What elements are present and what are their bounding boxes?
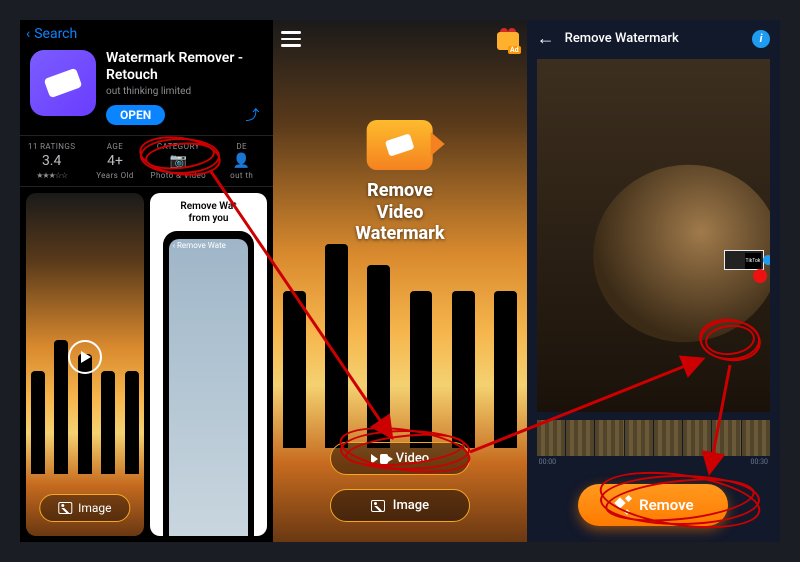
age-sub: Years Old: [85, 171, 144, 180]
editor-title: Remove Watermark: [565, 31, 742, 46]
chevron-left-icon: ‹: [26, 26, 30, 42]
tutorial-frame: ‹ Search Watermark Remover - Retouch out…: [20, 20, 780, 542]
ad-badge: Ad: [508, 46, 521, 54]
time-start: 00:00: [539, 458, 556, 466]
back-arrow-icon[interactable]: ←: [537, 28, 555, 49]
remove-button[interactable]: Remove: [578, 484, 728, 526]
sparkle-icon: [613, 496, 631, 514]
watermark-selection[interactable]: TikTok: [724, 250, 764, 270]
app-title: Watermark Remover - Retouch: [106, 50, 263, 84]
eraser-icon: [44, 68, 83, 98]
stat-age[interactable]: AGE 4+ Years Old: [83, 136, 146, 186]
dev-sub: out th: [212, 171, 271, 180]
app-stats: 11 RATINGS 3.4 ★★★☆☆ AGE 4+ Years Old CA…: [20, 135, 273, 187]
timeline[interactable]: 00:00 00:30: [537, 420, 770, 466]
appstore-panel: ‹ Search Watermark Remover - Retouch out…: [20, 20, 273, 542]
stat-ratings[interactable]: 11 RATINGS 3.4 ★★★☆☆: [20, 136, 83, 186]
logo-line1: Remove: [367, 180, 433, 201]
app-previews: Image Remove Wat from you ‹ Remove Wate: [20, 187, 273, 542]
play-icon: [68, 340, 102, 374]
age-value: 4+: [85, 153, 144, 169]
share-icon[interactable]: ⤴︎: [245, 105, 263, 125]
camera-eraser-icon: [367, 120, 433, 170]
app-logo: RemoveVideo Watermark: [337, 120, 464, 245]
category-sub: Photo & Video: [149, 171, 208, 180]
promo-line1: Remove Wat: [180, 201, 236, 212]
video-label: Video: [396, 451, 429, 466]
app-home-panel: Ad RemoveVideo Watermark Video Image: [273, 20, 526, 542]
open-button[interactable]: OPEN: [106, 105, 165, 125]
time-end: 00:30: [751, 458, 768, 466]
delete-handle[interactable]: [753, 269, 767, 283]
back-to-search[interactable]: ‹ Search: [20, 20, 273, 46]
app-developer[interactable]: out thinking limited: [106, 86, 263, 97]
logo-line2: Video Watermark: [355, 202, 444, 245]
app-meta: Watermark Remover - Retouch out thinking…: [106, 50, 263, 125]
stat-dev[interactable]: DE 👤 out th: [210, 136, 273, 186]
preview-promo[interactable]: Remove Wat from you ‹ Remove Wate: [150, 193, 268, 536]
image-pill-label: Image: [78, 501, 111, 515]
image-label: Image: [393, 498, 429, 513]
preview-image-pill: Image: [39, 494, 130, 522]
image-icon: [58, 502, 72, 514]
editor-panel: ← Remove Watermark i TikTok 00:00 00:30 …: [527, 20, 780, 542]
video-preview[interactable]: TikTok: [537, 59, 770, 412]
promo-tab: Remove Wate: [177, 241, 226, 250]
tiktok-watermark: TikTok: [745, 253, 761, 269]
remove-label: Remove: [639, 496, 694, 514]
promo-line2: from you: [189, 213, 229, 224]
ratings-header: 11 RATINGS: [28, 142, 75, 151]
category-header: CATEGORY: [157, 142, 200, 151]
gift-ad-icon[interactable]: Ad: [497, 28, 519, 50]
ratings-stars: ★★★☆☆: [22, 171, 81, 180]
app-header: Watermark Remover - Retouch out thinking…: [20, 46, 273, 135]
image-button[interactable]: Image: [330, 489, 470, 522]
preview-video[interactable]: Image: [26, 193, 144, 536]
stat-category[interactable]: CATEGORY 📷 Photo & Video: [147, 136, 210, 186]
resize-handle[interactable]: [763, 255, 770, 265]
dev-header: DE: [236, 142, 247, 151]
category-icon: 📷: [149, 153, 208, 169]
image-icon: [371, 500, 385, 512]
dev-icon: 👤: [212, 153, 271, 169]
ratings-value: 3.4: [22, 153, 81, 169]
video-button[interactable]: Video: [330, 442, 470, 475]
menu-icon[interactable]: [281, 31, 301, 47]
app-icon[interactable]: [30, 50, 96, 116]
video-icon: [371, 454, 388, 464]
info-icon[interactable]: i: [752, 30, 770, 48]
back-label: Search: [34, 26, 77, 42]
phone-mock: ‹ Remove Wate: [163, 231, 255, 536]
age-header: AGE: [107, 142, 123, 151]
